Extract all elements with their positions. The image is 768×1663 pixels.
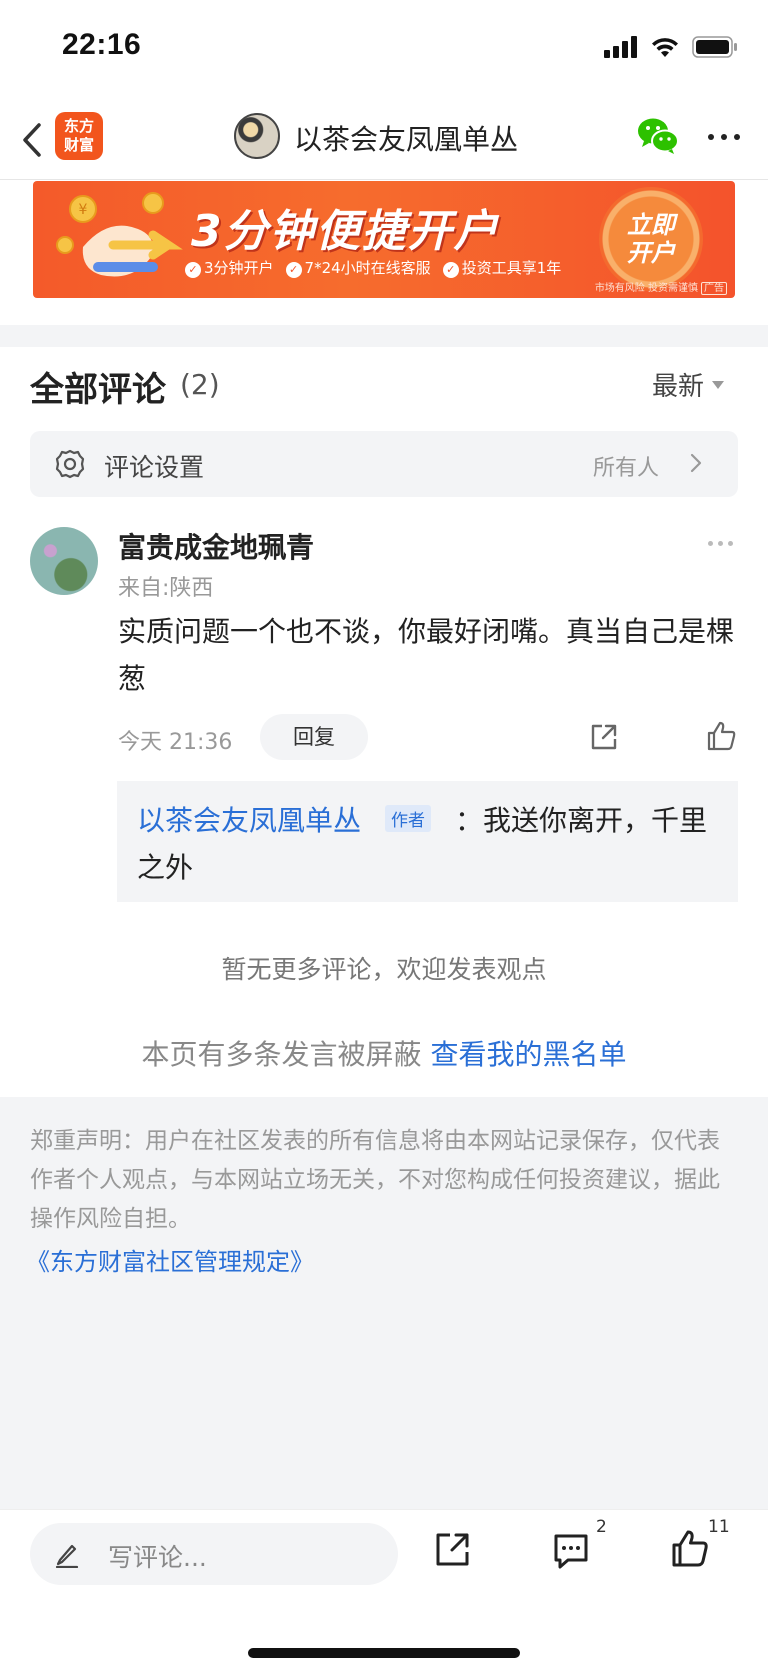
ad-risk-text: 市场有风险 投资需谨慎 <box>594 283 698 294</box>
back-button[interactable] <box>14 114 50 166</box>
comments-count: (2) <box>180 368 220 401</box>
ad-cta-line2: 开户 <box>627 239 675 267</box>
community-rules-link[interactable]: 《东方财富社区管理规定》 <box>26 1242 314 1277</box>
comment-input[interactable]: 写评论... <box>30 1523 398 1585</box>
status-time: 22:16 <box>62 28 142 61</box>
comment-more-button[interactable] <box>708 541 733 546</box>
gear-icon <box>55 449 85 479</box>
comments-title: 全部评论 <box>30 370 166 410</box>
reply-text: ：我送你离开，千里 <box>455 804 708 837</box>
logo-line1: 东方 <box>63 117 94 135</box>
comment-text: 实质问题一个也不谈，你最好闭嘴。真当自己是棵葱 <box>118 615 735 695</box>
back-icon <box>23 123 41 157</box>
comment-settings-label: 评论设置 <box>104 453 205 482</box>
wifi-icon <box>652 38 678 57</box>
ad-feature: 7*24小时在线客服 <box>286 257 431 278</box>
wechat-share-button[interactable] <box>636 116 680 156</box>
sort-dropdown[interactable]: 最新 <box>652 366 725 403</box>
status-icons <box>604 36 738 58</box>
reply-text-continued: 之外 <box>137 851 194 884</box>
disclaimer-text: 郑重声明：用户在社区发表的所有信息将由本网站记录保存，仅代表作者个人观点，与本网… <box>30 1128 720 1232</box>
like-icon[interactable] <box>706 720 738 752</box>
more-icon <box>708 541 713 546</box>
wechat-icon <box>638 118 679 154</box>
chevron-right-icon <box>690 453 702 473</box>
logo-line2: 财富 <box>63 136 94 154</box>
comment-avatar[interactable] <box>30 527 98 595</box>
blocked-notice: 本页有多条发言被屏蔽 查看我的黑名单 <box>0 1033 768 1073</box>
reply-box: 以茶会友凤凰单丛 作者 ：我送你离开，千里 之外 <box>117 781 738 902</box>
ad-cta-line1: 立即 <box>627 211 675 239</box>
nav-bar: 东方 财富 以茶会友凤凰单丛 <box>0 100 768 180</box>
blocked-text: 本页有多条发言被屏蔽 <box>141 1038 422 1071</box>
blacklist-link[interactable]: 查看我的黑名单 <box>430 1038 626 1071</box>
svg-text:¥: ¥ <box>79 202 88 218</box>
ad-feature: 投资工具享1年 <box>443 257 562 278</box>
ad-tag: 广告 <box>701 282 727 295</box>
comment-input-placeholder: 写评论... <box>108 1543 207 1572</box>
comment-username[interactable]: 富贵成金地珮青 <box>118 526 314 566</box>
ad-headline: 3分钟便捷开户 <box>191 206 500 257</box>
ad-feature: 3分钟开户 <box>185 257 274 278</box>
ad-banner[interactable]: ¥ 3分钟便捷开户 3分钟开户 7*24小时在线客服 投资工具享1年 立即 开户… <box>33 181 735 298</box>
reply-button[interactable]: 回复 <box>260 714 368 760</box>
ad-risk-note: 市场有风险 投资需谨慎 广告 <box>594 279 727 295</box>
caret-down-icon <box>712 380 725 389</box>
coin-hand-icon: ¥ <box>56 192 183 277</box>
status-bar: 22:16 <box>0 0 768 100</box>
more-button[interactable] <box>708 130 748 144</box>
share-icon[interactable] <box>589 722 619 752</box>
more-icon <box>708 134 714 140</box>
reply-author[interactable]: 以茶会友凤凰单丛 <box>137 799 361 839</box>
signal-icon <box>604 36 637 58</box>
section-divider <box>0 325 768 347</box>
comment-time: 今天 21:36 <box>118 730 233 755</box>
app-logo[interactable]: 东方 财富 <box>55 112 103 160</box>
battery-icon <box>692 36 737 58</box>
comment-settings-row[interactable]: 评论设置 所有人 <box>30 431 738 497</box>
comment-icon[interactable] <box>552 1532 590 1570</box>
author-badge: 作者 <box>385 805 431 832</box>
like-count-badge: 11 <box>708 1517 730 1537</box>
no-more-comments: 暂无更多评论，欢迎发表观点 <box>221 955 547 984</box>
nav-avatar[interactable] <box>234 113 280 159</box>
share-icon[interactable] <box>434 1530 472 1568</box>
pen-icon <box>55 1544 79 1568</box>
sort-label: 最新 <box>652 372 705 402</box>
comment-count-badge: 2 <box>596 1517 607 1537</box>
page-title[interactable]: 以茶会友凤凰单丛 <box>294 118 518 158</box>
like-icon[interactable] <box>670 1529 710 1569</box>
ad-cta-button[interactable]: 立即 开户 <box>599 187 703 291</box>
comment-settings-value: 所有人 <box>593 456 660 481</box>
home-indicator <box>248 1648 520 1658</box>
ad-features: 3分钟开户 7*24小时在线客服 投资工具享1年 <box>185 257 561 278</box>
comment-location: 来自:陕西 <box>118 576 214 601</box>
bottom-bar: 写评论... 2 11 <box>0 1509 768 1663</box>
